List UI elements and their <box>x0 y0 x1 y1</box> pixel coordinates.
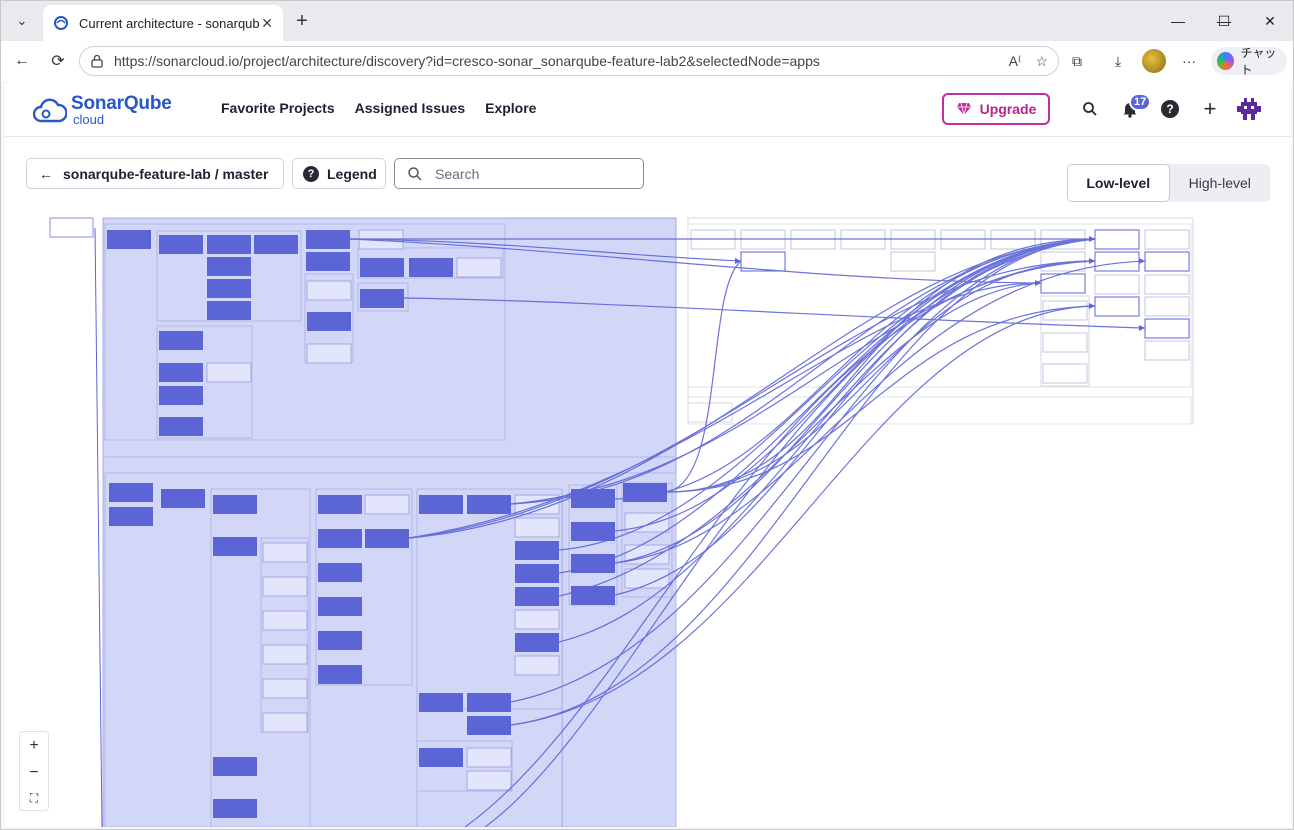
zoom-controls: + − ⛶ <box>19 731 49 811</box>
tab-menu-button[interactable]: ⌄ <box>7 7 37 35</box>
lock-icon <box>91 54 103 68</box>
project-branch-label: sonarqube-feature-lab / master <box>63 165 269 182</box>
logo-sub: cloud <box>73 112 105 127</box>
reload-icon[interactable]: ⟳ <box>45 49 71 73</box>
window-maximize-button[interactable]: ☐ <box>1201 1 1247 41</box>
sonarqube-logo[interactable]: SonarQube cloud <box>33 93 183 127</box>
graph-structure <box>49 217 1194 827</box>
search-icon <box>408 166 422 181</box>
title-bar: ⌄ Current architecture - sonarqube-f ✕ +… <box>1 1 1293 41</box>
new-tab-button[interactable]: + <box>289 9 315 33</box>
address-bar: ← ⟳ https://sonarcloud.io/project/archit… <box>1 41 1293 81</box>
plus-icon: + <box>296 9 308 32</box>
sonarqube-favicon-icon <box>54 16 68 30</box>
copilot-label: チャット <box>1240 46 1277 77</box>
window-minimize-button[interactable]: — <box>1155 1 1201 41</box>
zoom-in-icon[interactable]: + <box>29 737 38 755</box>
url-field[interactable]: https://sonarcloud.io/project/architectu… <box>79 46 1059 76</box>
nav-assigned-issues[interactable]: Assigned Issues <box>355 100 466 116</box>
nav-favorite-projects[interactable]: Favorite Projects <box>221 100 335 116</box>
project-back-button[interactable]: ← sonarqube-feature-lab / master <box>26 158 284 189</box>
search-input[interactable] <box>435 165 615 182</box>
question-icon: ? <box>303 165 319 182</box>
tab-title: Current architecture - sonarqube-f <box>79 15 259 31</box>
diamond-icon <box>956 102 971 116</box>
user-avatar-icon[interactable] <box>1237 97 1261 121</box>
profile-avatar[interactable] <box>1142 49 1166 73</box>
app-header: SonarQube cloud Favorite Projects Assign… <box>5 81 1291 137</box>
notification-badge: 17 <box>1129 93 1152 111</box>
app-page: SonarQube cloud Favorite Projects Assign… <box>5 81 1291 827</box>
read-aloud-icon[interactable]: A⁽ <box>1009 53 1022 70</box>
copilot-icon <box>1217 52 1235 70</box>
download-icon[interactable]: ⤓ <box>1107 50 1129 72</box>
close-icon[interactable]: ✕ <box>261 15 273 32</box>
zoom-out-icon[interactable]: − <box>29 764 38 782</box>
browser-tab[interactable]: Current architecture - sonarqube-f ✕ <box>43 5 283 41</box>
top-nav: Favorite Projects Assigned Issues Explor… <box>221 100 536 116</box>
level-toggle: Low-level High-level <box>1067 164 1270 202</box>
nav-explore[interactable]: Explore <box>485 100 536 116</box>
architecture-graph[interactable] <box>5 211 1291 827</box>
search-box[interactable] <box>394 158 644 189</box>
window-close-button[interactable]: ✕ <box>1247 1 1293 41</box>
high-level-option[interactable]: High-level <box>1170 164 1271 202</box>
upgrade-button[interactable]: Upgrade <box>942 93 1050 125</box>
url-text: https://sonarcloud.io/project/architectu… <box>114 53 820 69</box>
puzzle-icon[interactable]: ⧉ <box>1066 50 1088 72</box>
upgrade-label: Upgrade <box>979 101 1037 117</box>
search-icon[interactable] <box>1078 97 1102 121</box>
browser-window: ⌄ Current architecture - sonarqube-f ✕ +… <box>0 0 1294 830</box>
plus-icon[interactable]: + <box>1198 96 1222 121</box>
help-icon[interactable]: ? <box>1161 100 1179 118</box>
ellipsis-icon[interactable]: ··· <box>1178 50 1200 72</box>
legend-label: Legend <box>327 165 377 182</box>
copilot-button[interactable]: チャット <box>1211 46 1287 77</box>
low-level-option[interactable]: Low-level <box>1067 164 1170 202</box>
arrow-left-icon: ← <box>39 165 53 182</box>
cloud-logo-icon <box>33 98 67 123</box>
back-arrow-icon[interactable]: ← <box>9 49 35 73</box>
fit-view-icon[interactable]: ⛶ <box>30 791 38 806</box>
legend-button[interactable]: ? Legend <box>292 158 386 189</box>
chevron-down-icon: ⌄ <box>16 13 28 28</box>
star-icon[interactable]: ☆ <box>1035 53 1048 70</box>
